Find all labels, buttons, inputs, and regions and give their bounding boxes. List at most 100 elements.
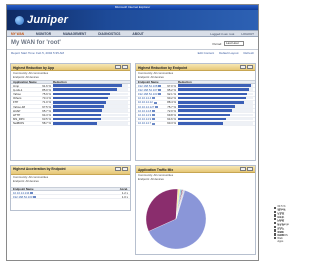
reduction-bar	[53, 105, 128, 108]
panel-header: Highest Reduction by Endpoint	[136, 64, 255, 71]
device-icon	[152, 122, 156, 125]
reduction-value: 58.7 %	[42, 121, 51, 126]
reduction-bar	[178, 88, 253, 92]
reduction-value: 60.3 %	[167, 121, 176, 126]
reduction-bar-fill	[53, 96, 109, 100]
panel-header: Application Traffic Mix	[136, 166, 255, 173]
table-row: 192.168.52.103 1.0 x	[11, 194, 130, 200]
reduction-bar-fill	[53, 117, 101, 121]
brand-name: Juniper	[27, 14, 69, 26]
report-subbar: Report Start Time: Feb 5, 2004 5:35 AM E…	[7, 50, 258, 56]
refresh-link[interactable]: Refresh	[243, 51, 254, 55]
reduction-bar	[178, 96, 253, 100]
reduction-bar-fill	[53, 105, 104, 108]
device-icon	[158, 84, 162, 87]
app-table-body: Icmp 91.6 % Ip-ids-1 85.0 % Yahoo 75.9 % Other…	[11, 84, 130, 126]
reduction-bar	[53, 96, 128, 100]
edit-panel-button[interactable]	[115, 167, 121, 171]
panel-endpoint-accel: Highest Acceleration by Endpoint Communi…	[10, 165, 131, 211]
reduction-bar	[53, 101, 128, 104]
reduction-bar	[53, 113, 128, 117]
reduction-bar-fill	[178, 113, 231, 117]
reduction-bar-fill	[53, 84, 122, 87]
device-icon	[152, 109, 156, 112]
report-start-time: Report Start Time: Feb 5, 2004 5:35 AM	[11, 51, 65, 55]
reduction-bar-fill	[178, 121, 224, 125]
edit-panel-button[interactable]	[115, 65, 121, 69]
page-title: My WAN for 'root'	[11, 40, 61, 46]
endpoint-label: Endpoint: All devices	[13, 178, 39, 183]
reduction-bar	[53, 109, 128, 113]
accel-value: 1.0 x	[121, 194, 128, 199]
tab-about[interactable]: ABOUT	[132, 32, 143, 36]
reduction-bar	[53, 84, 128, 87]
traffic-pie-chart	[145, 188, 207, 250]
main-nav: MY WAN MONITOR MANAGEMENT DIAGNOSTICS AB…	[7, 30, 258, 37]
panel-header: Highest Reduction by App	[11, 64, 130, 71]
endpoint-label: Endpoint: All devices	[13, 74, 39, 79]
panel-app-reduction: Highest Reduction by App Community: All …	[10, 63, 131, 161]
reduction-bar-fill	[178, 105, 235, 108]
reduction-bar-fill	[53, 121, 98, 125]
legend-swatch	[274, 214, 277, 217]
legend-swatch	[274, 237, 277, 240]
reduction-bar-fill	[53, 92, 110, 96]
endpoint-link[interactable]: 10.10.14.7	[138, 121, 166, 125]
panel-title: Highest Acceleration by Endpoint	[13, 166, 66, 171]
device-icon	[33, 196, 37, 199]
reduction-bar-fill	[178, 101, 245, 104]
reduction-bar-fill	[178, 109, 232, 113]
close-panel-button[interactable]	[247, 167, 253, 171]
close-panel-button[interactable]	[122, 65, 128, 69]
tab-management[interactable]: MANAGEMENT	[63, 32, 86, 36]
table-row: 10.10.14.7 60.3 %	[136, 121, 255, 126]
reduction-bar-fill	[178, 117, 227, 121]
logout-link[interactable]: LOGOUT	[241, 32, 254, 36]
table-row: NetBIOS 58.7 %	[11, 121, 130, 126]
endpoint-label: Endpoint: All devices	[138, 176, 164, 181]
logo: Juniper	[15, 14, 68, 26]
panel-title: Highest Reduction by Endpoint	[138, 65, 188, 70]
period-select[interactable]: Last Hour	[224, 41, 244, 46]
reduction-bar-fill	[53, 113, 102, 117]
accel-table-body: 10.10.14.134 1.2 x 192.168.52.103 1.0 x	[11, 191, 130, 200]
browser-window: Microsoft Internet Explorer Juniper MY W…	[6, 4, 289, 261]
app-name: NetBIOS	[13, 121, 25, 126]
reduction-bar	[178, 113, 253, 117]
reduction-bar	[53, 88, 128, 92]
endpoint-link[interactable]: 192.168.52.103	[13, 195, 122, 199]
device-icon	[155, 105, 159, 108]
tab-my-wan[interactable]: MY WAN	[11, 32, 24, 36]
panel-header: Highest Acceleration by Endpoint	[11, 166, 130, 175]
endpoint-table-body: 192.168.52.108 97.0 % 192.168.52.107 95.2 %…	[136, 84, 255, 126]
legend-swatch	[274, 225, 277, 229]
panel-title: Application Traffic Mix	[138, 167, 174, 172]
edit-panel-button[interactable]	[240, 167, 246, 171]
reduction-bar-fill	[178, 84, 251, 87]
tab-diagnostics[interactable]: DIAGNOSTICS	[98, 32, 120, 36]
tab-monitor[interactable]: MONITOR	[36, 32, 51, 36]
endpoint-label: Endpoint: All devices	[138, 74, 164, 79]
legend-swatch	[274, 233, 277, 236]
legend-swatch	[274, 229, 277, 232]
panel-traffic-mix: Application Traffic Mix Community: All c…	[135, 165, 289, 255]
close-panel-button[interactable]	[122, 167, 128, 171]
default-layout-link[interactable]: Default Layout	[219, 51, 238, 55]
logged-in-label: Logged in as: root	[210, 31, 235, 36]
device-icon	[152, 114, 156, 117]
period-control: Period: Last Hour	[212, 41, 244, 46]
panel-meta: Community: All communities Endpoint: All…	[11, 175, 130, 184]
reduction-bar	[178, 109, 253, 113]
legend-item: 0.2 % Web Apps	[274, 234, 289, 243]
device-icon	[158, 93, 162, 96]
close-panel-button[interactable]	[247, 65, 253, 69]
reduction-bar-fill	[178, 92, 248, 96]
panel-meta: Community: All communities Endpoint: All…	[136, 71, 255, 80]
reduction-bar	[178, 84, 253, 87]
juniper-logo-icon	[15, 15, 24, 25]
reduction-bar	[178, 117, 253, 121]
legend-swatch	[274, 218, 277, 221]
device-icon	[30, 191, 34, 194]
edit-panel-button[interactable]	[240, 65, 246, 69]
edit-content-link[interactable]: Edit Content	[198, 51, 215, 55]
